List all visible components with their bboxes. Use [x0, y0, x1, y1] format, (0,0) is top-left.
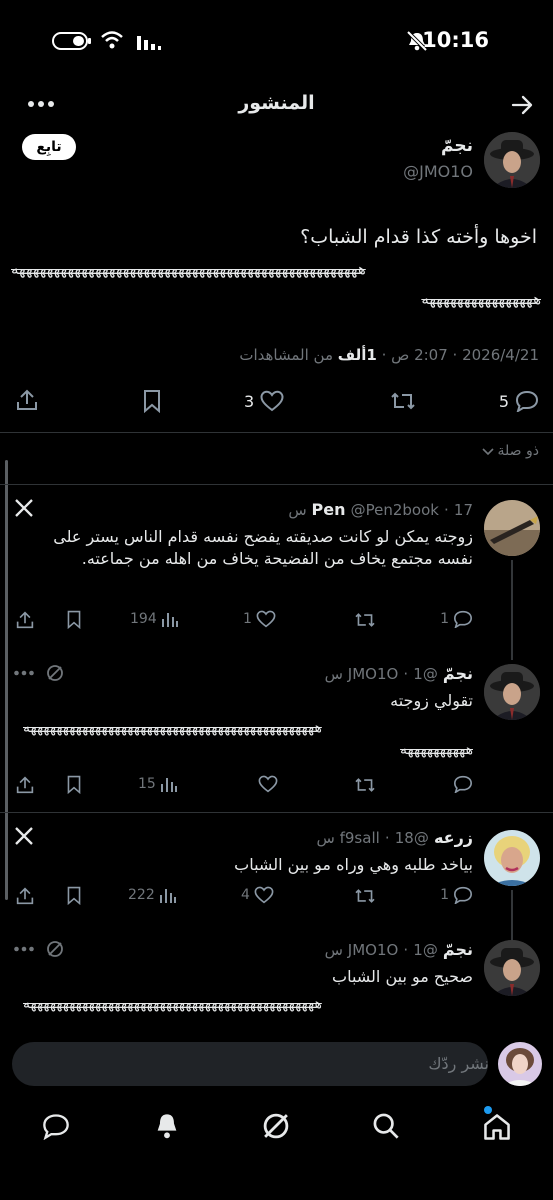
more-options-icon[interactable] [14, 946, 34, 952]
reply-header: نجمّ @JMO1O · 1 س [324, 940, 473, 959]
views-icon[interactable]: 194 [130, 610, 179, 628]
reply-handle[interactable]: @JMO1O [348, 941, 438, 959]
repost-icon[interactable] [390, 390, 416, 412]
nav-home-icon[interactable] [482, 1112, 512, 1142]
views-count: 222 [128, 887, 155, 903]
reply-icon [515, 390, 539, 412]
chevron-down-icon [481, 446, 494, 456]
reply-count: 1 [440, 611, 449, 627]
grok-icon[interactable] [46, 940, 64, 958]
x-logo-icon [14, 498, 34, 518]
reply-header: زرعه @f9sall · 18 س [316, 828, 473, 847]
nav-notifications-icon[interactable] [154, 1112, 180, 1140]
follow-button[interactable]: تابِع [22, 134, 76, 160]
like-count: 1 [243, 611, 252, 627]
post-meta: 2026/4/21 · 2:07 ص · 1ألف من المشاهدات [239, 346, 539, 364]
reply-icon[interactable]: 1 [440, 886, 473, 904]
repost-icon[interactable] [354, 611, 376, 629]
reply-author-name[interactable]: Pen [312, 500, 346, 519]
thread-line [511, 890, 513, 940]
reply-text: بياخد طلبه وهي وراه مو بين الشباب [234, 855, 473, 874]
reply-author-name[interactable]: نجمّ [443, 940, 473, 959]
reply-laugh-line-2: ههههههههههه [400, 742, 473, 758]
views-label: من المشاهدات [239, 346, 333, 364]
reply-handle[interactable]: @JMO1O [348, 665, 438, 683]
views-icon[interactable]: 15 [138, 775, 178, 793]
reply-action[interactable]: 5 [499, 390, 539, 412]
composer-avatar[interactable] [498, 1042, 542, 1086]
reply-laugh-line-1: هههههههههههههههههههههههههههههههههههههههه… [23, 720, 322, 736]
reply-composer[interactable] [12, 1042, 488, 1086]
more-options-icon[interactable] [14, 670, 34, 676]
divider [0, 812, 553, 813]
nav-messages-icon[interactable] [42, 1112, 70, 1140]
reply-icon[interactable] [453, 775, 473, 793]
divider [0, 484, 553, 485]
reply-count: 5 [498, 391, 509, 411]
thread-line [511, 560, 513, 660]
post-date: 2026/4/21 [462, 346, 539, 364]
views-icon[interactable]: 222 [128, 886, 177, 904]
reply-author-name[interactable]: نجمّ [443, 664, 473, 683]
like-count: 4 [241, 887, 250, 903]
heart-icon [260, 390, 284, 412]
reply-icon[interactable]: 1 [440, 610, 473, 628]
nav-grok-icon[interactable] [262, 1112, 290, 1140]
post-time: 2:07 ص [391, 346, 448, 364]
reply-header: Pen @Pen2book · 17 س [288, 500, 473, 519]
post-laugh-line-1: هههههههههههههههههههههههههههههههههههههههه… [11, 260, 366, 278]
divider [0, 432, 553, 433]
bookmark-icon[interactable] [66, 610, 82, 629]
author-avatar[interactable] [484, 132, 540, 188]
post-laugh-line-2: ههههههههههههههههه [421, 290, 541, 308]
reply-count: 1 [440, 887, 449, 903]
reply-text: صحيح مو بين الشباب [332, 967, 473, 986]
related-label[interactable]: ذو صلة [481, 443, 539, 459]
signal-icon [136, 32, 162, 50]
scrollbar[interactable] [5, 460, 8, 900]
reply-author-name[interactable]: زرعه [434, 828, 473, 847]
reply-text: تقولي زوجته [390, 691, 473, 710]
share-icon[interactable] [16, 886, 34, 906]
bookmark-icon[interactable] [142, 389, 162, 413]
like-icon[interactable]: 1 [243, 610, 276, 628]
wifi-icon [100, 30, 124, 50]
back-arrow-icon[interactable] [511, 94, 533, 116]
author-handle[interactable]: @JMO1O [403, 162, 473, 181]
like-count: 3 [244, 391, 255, 411]
reply-handle[interactable]: @Pen2book [351, 501, 439, 519]
reply-avatar[interactable] [484, 500, 540, 556]
share-icon[interactable] [16, 775, 34, 795]
share-icon[interactable] [16, 388, 38, 412]
reply-placeholder: نشر ردّك [428, 1054, 489, 1073]
status-time: 10:16 [422, 28, 489, 52]
reply-avatar[interactable] [484, 940, 540, 996]
reply-header: نجمّ @JMO1O · 1 س [324, 664, 473, 683]
grok-icon[interactable] [46, 664, 64, 682]
post-text: اخوها وأخته كذا قدام الشباب؟ [300, 226, 537, 248]
like-action[interactable]: 3 [244, 390, 284, 412]
views-count: 1ألف [337, 346, 377, 364]
like-icon[interactable] [258, 775, 278, 793]
reply-avatar[interactable] [484, 830, 540, 886]
x-logo-icon [14, 826, 34, 846]
home-notification-dot [484, 1106, 492, 1114]
views-count: 194 [130, 611, 157, 627]
reply-text: زوجته يمكن لو كانت صديقته يفضح نفسه قدام… [53, 527, 473, 568]
reply-laugh-line-1: هههههههههههههههههههههههههههههههههههههههه… [23, 996, 322, 1012]
author-name[interactable]: نجمّ [441, 136, 473, 156]
reply-avatar[interactable] [484, 664, 540, 720]
nav-search-icon[interactable] [372, 1112, 400, 1140]
battery-icon [52, 32, 92, 50]
views-count: 15 [138, 776, 156, 792]
share-icon[interactable] [16, 610, 34, 630]
repost-icon[interactable] [354, 887, 376, 905]
bookmark-icon[interactable] [66, 886, 82, 905]
like-icon[interactable]: 4 [241, 886, 274, 904]
repost-icon[interactable] [354, 776, 376, 794]
page-title: المنشور [238, 92, 315, 114]
bookmark-icon[interactable] [66, 775, 82, 794]
